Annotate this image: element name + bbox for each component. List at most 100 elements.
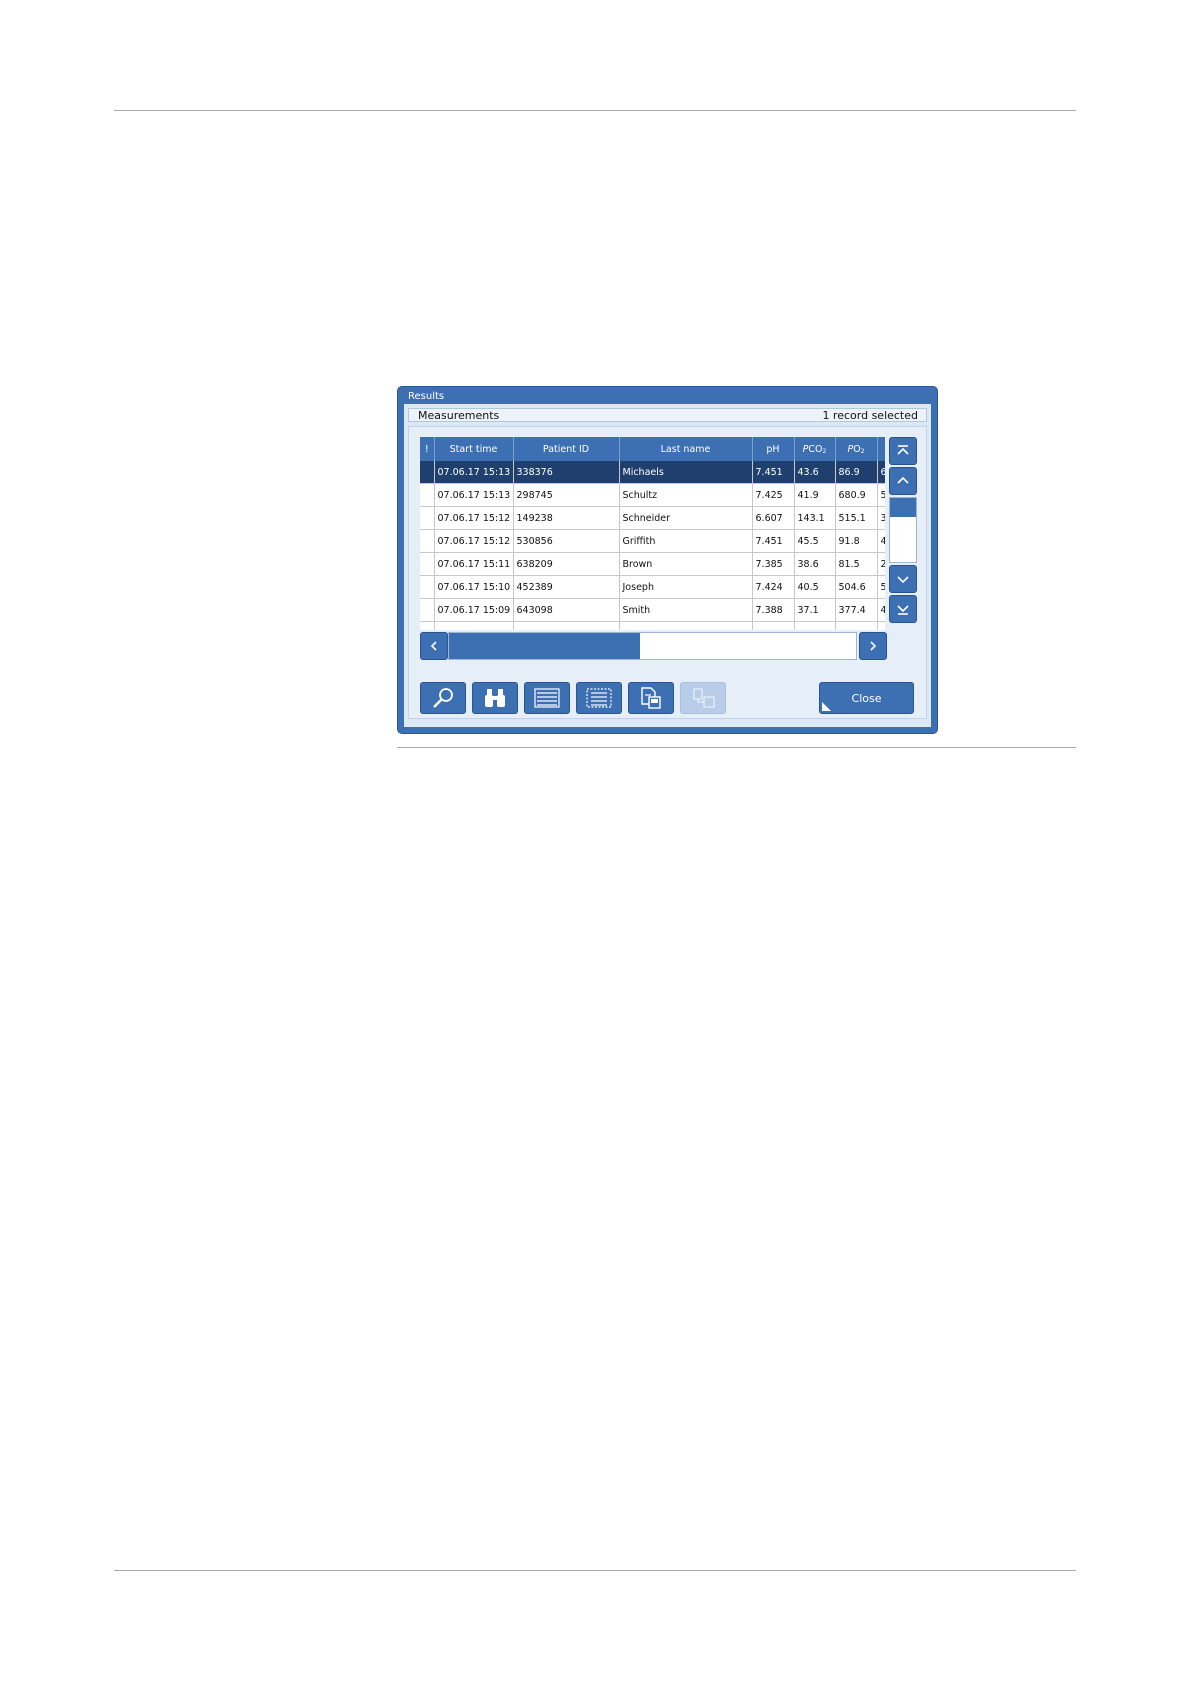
page-top-rule — [114, 110, 1076, 111]
table-row[interactable]: 07.06.17 15:12 530856 Griffith 7.451 45.5 91.… — [420, 529, 885, 553]
select-all-icon — [534, 688, 560, 708]
start-time-cell: 07.06.17 15:10 — [434, 575, 514, 599]
scroll-up-button[interactable] — [889, 467, 917, 495]
search-button[interactable] — [420, 682, 466, 714]
ph-cell: 7.424 — [752, 575, 795, 599]
column-header-flag[interactable]: ! — [420, 437, 435, 461]
window-body: Measurements 1 record selected ! Start t… — [404, 404, 931, 727]
ph-cell: 7.425 — [752, 483, 795, 507]
start-time-cell: 07.06.17 15:13 — [434, 483, 514, 507]
table-row[interactable]: 07.06.17 15:12 149238 Schneider 6.607 143.1 5… — [420, 506, 885, 530]
results-window: Results Measurements 1 record selected !… — [397, 386, 938, 734]
close-button[interactable]: Close — [819, 682, 914, 714]
patient-id-cell: 643098 — [513, 598, 620, 622]
column-header-start-time[interactable]: Start time — [434, 437, 514, 461]
pco2-cell: 143.1 — [794, 506, 836, 530]
patient-id-cell: 638209 — [513, 552, 620, 576]
patient-id-cell: 149238 — [513, 506, 620, 530]
deselect-button[interactable] — [576, 682, 622, 714]
table-row[interactable]: 07.06.17 15:13 298745 Schultz 7.425 41.9 680.… — [420, 483, 885, 507]
last-name-cell: Griffith — [619, 529, 753, 553]
chevron-left-icon — [430, 641, 437, 651]
figure-bottom-rule — [397, 747, 1076, 748]
start-time-cell: 07.06.17 15:11 — [434, 552, 514, 576]
export-button[interactable] — [628, 682, 674, 714]
scroll-top-button[interactable] — [889, 437, 917, 465]
column-header-ph[interactable]: pH — [752, 437, 795, 461]
partial-cell — [619, 621, 753, 630]
pco2-cell: 40.5 — [794, 575, 836, 599]
header-title: Measurements — [418, 409, 500, 422]
partial-cell — [877, 621, 885, 630]
patient-id-cell: 338376 — [513, 461, 620, 484]
flag-cell — [420, 575, 435, 599]
column-header-patient-id[interactable]: Patient ID — [513, 437, 620, 461]
scroll-left-button[interactable] — [420, 632, 448, 660]
magnifier-icon — [433, 688, 453, 708]
last-name-cell: Brown — [619, 552, 753, 576]
partial-cell — [420, 621, 435, 630]
transfer-button[interactable] — [680, 682, 726, 714]
extra-cell: 4 — [877, 529, 885, 553]
flag-cell — [420, 529, 435, 553]
po2-cell: 504.6 — [835, 575, 878, 599]
vertical-scroll-thumb[interactable] — [890, 498, 916, 518]
chevron-down-icon — [897, 576, 909, 584]
table-row[interactable]: 07.06.17 15:11638209Brown7.38538.681.52 — [420, 552, 885, 576]
pco2-cell: 41.9 — [794, 483, 836, 507]
pco2-cell: 38.6 — [794, 552, 836, 576]
table-row-partial[interactable] — [420, 621, 885, 630]
flag-cell — [420, 506, 435, 530]
last-name-cell: Smith — [619, 598, 753, 622]
double-down-icon — [897, 605, 909, 615]
flag-cell — [420, 483, 435, 507]
partial-cell — [835, 621, 878, 630]
extra-cell: 5 — [877, 575, 885, 599]
partial-cell — [513, 621, 620, 630]
ph-cell: 6.607 — [752, 506, 795, 530]
double-up-icon — [897, 445, 909, 455]
pco2-cell: 45.5 — [794, 529, 836, 553]
chevron-right-icon — [870, 641, 877, 651]
selection-status: 1 record selected — [822, 409, 918, 422]
scroll-right-button[interactable] — [859, 632, 887, 660]
content-panel: ! Start time Patient ID Last name pH PCO… — [408, 426, 927, 719]
pco2-cell: 43.6 — [794, 461, 836, 484]
binoculars-icon — [485, 689, 505, 707]
corner-marker-icon — [822, 702, 831, 711]
last-name-cell: Michaels — [619, 461, 753, 484]
table-row[interactable]: 07.06.17 15:10 452389 Joseph 7.424 40.5 504.6… — [420, 575, 885, 599]
scroll-down-button[interactable] — [889, 565, 917, 593]
po2-cell: 377.4 — [835, 598, 878, 622]
last-name-cell: Joseph — [619, 575, 753, 599]
column-header-more[interactable] — [877, 437, 885, 461]
partial-cell — [434, 621, 514, 630]
table-row[interactable]: 07.06.17 15:09643098Smith7.38837.1377.44 — [420, 598, 885, 622]
ph-cell: 7.385 — [752, 552, 795, 576]
extra-cell: 4 — [877, 598, 885, 622]
column-header-po2[interactable]: PO2 — [835, 437, 878, 461]
scroll-bottom-button[interactable] — [889, 595, 917, 623]
table-row[interactable]: 07.06.17 15:13 338376 Michaels 7.451 43.6 86.… — [420, 461, 885, 484]
po2-cell: 515.1 — [835, 506, 878, 530]
po2-cell: 680.9 — [835, 483, 878, 507]
ph-cell: 7.388 — [752, 598, 795, 622]
transfer-icon — [693, 688, 715, 708]
find-button[interactable] — [472, 682, 518, 714]
patient-id-cell: 530856 — [513, 529, 620, 553]
partial-cell — [752, 621, 795, 630]
select-all-button[interactable] — [524, 682, 570, 714]
horizontal-scroll-track[interactable] — [448, 632, 857, 660]
flag-cell — [420, 461, 435, 484]
chevron-up-icon — [897, 476, 909, 484]
column-header-pco2[interactable]: PCO2 — [794, 437, 836, 461]
horizontal-scroll-thumb[interactable] — [449, 633, 641, 659]
ph-cell: 7.451 — [752, 461, 795, 484]
extra-cell: 5 — [877, 483, 885, 507]
column-header-last-name[interactable]: Last name — [619, 437, 753, 461]
export-icon — [641, 687, 661, 709]
patient-id-cell: 452389 — [513, 575, 620, 599]
vertical-scroll-track[interactable] — [889, 497, 917, 563]
results-table[interactable]: ! Start time Patient ID Last name pH PCO… — [420, 437, 885, 630]
extra-cell: 6 — [877, 461, 885, 484]
